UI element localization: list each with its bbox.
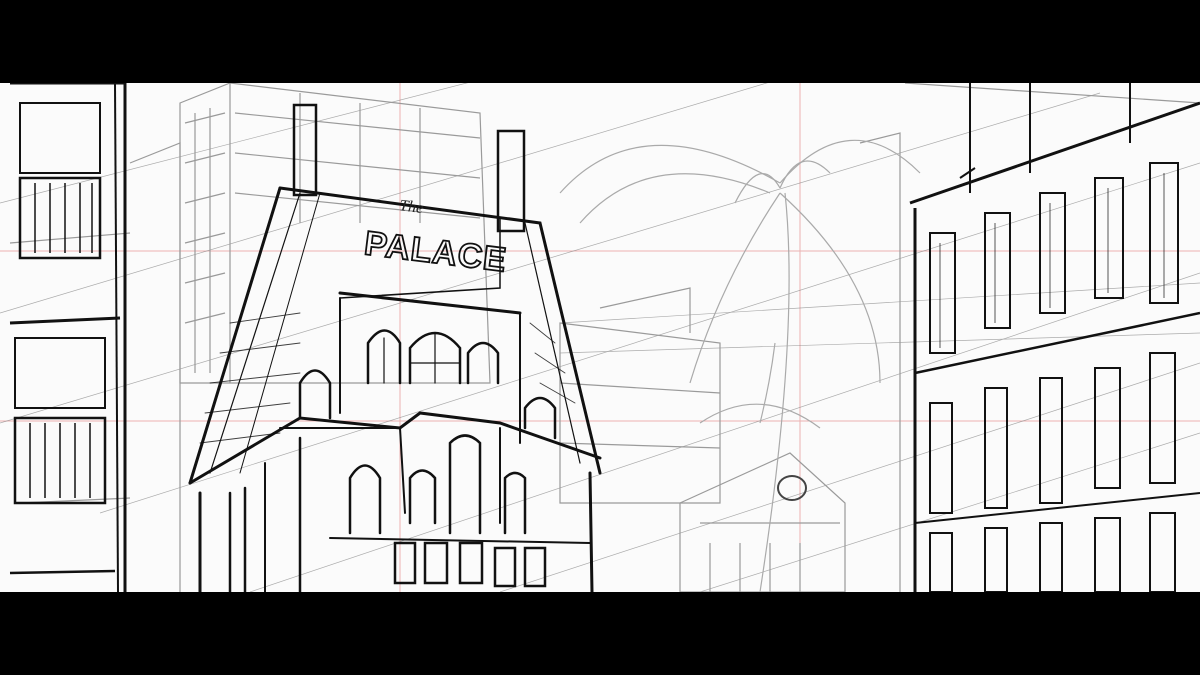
background-buildings — [9, 83, 1200, 592]
city-sketch: The PALACE — [0, 83, 1200, 592]
sign-subtitle: The — [398, 197, 424, 217]
storyboard-frame: The PALACE — [0, 0, 1200, 675]
palace-building — [188, 103, 602, 592]
left-building — [9, 83, 127, 592]
letterbox-top — [0, 0, 1200, 83]
palm-trees — [559, 139, 921, 592]
sign-title: PALACE — [362, 224, 509, 279]
sketch-canvas: The PALACE — [0, 83, 1200, 592]
palace-sign: The PALACE — [361, 197, 510, 280]
letterbox-bottom — [0, 592, 1200, 675]
